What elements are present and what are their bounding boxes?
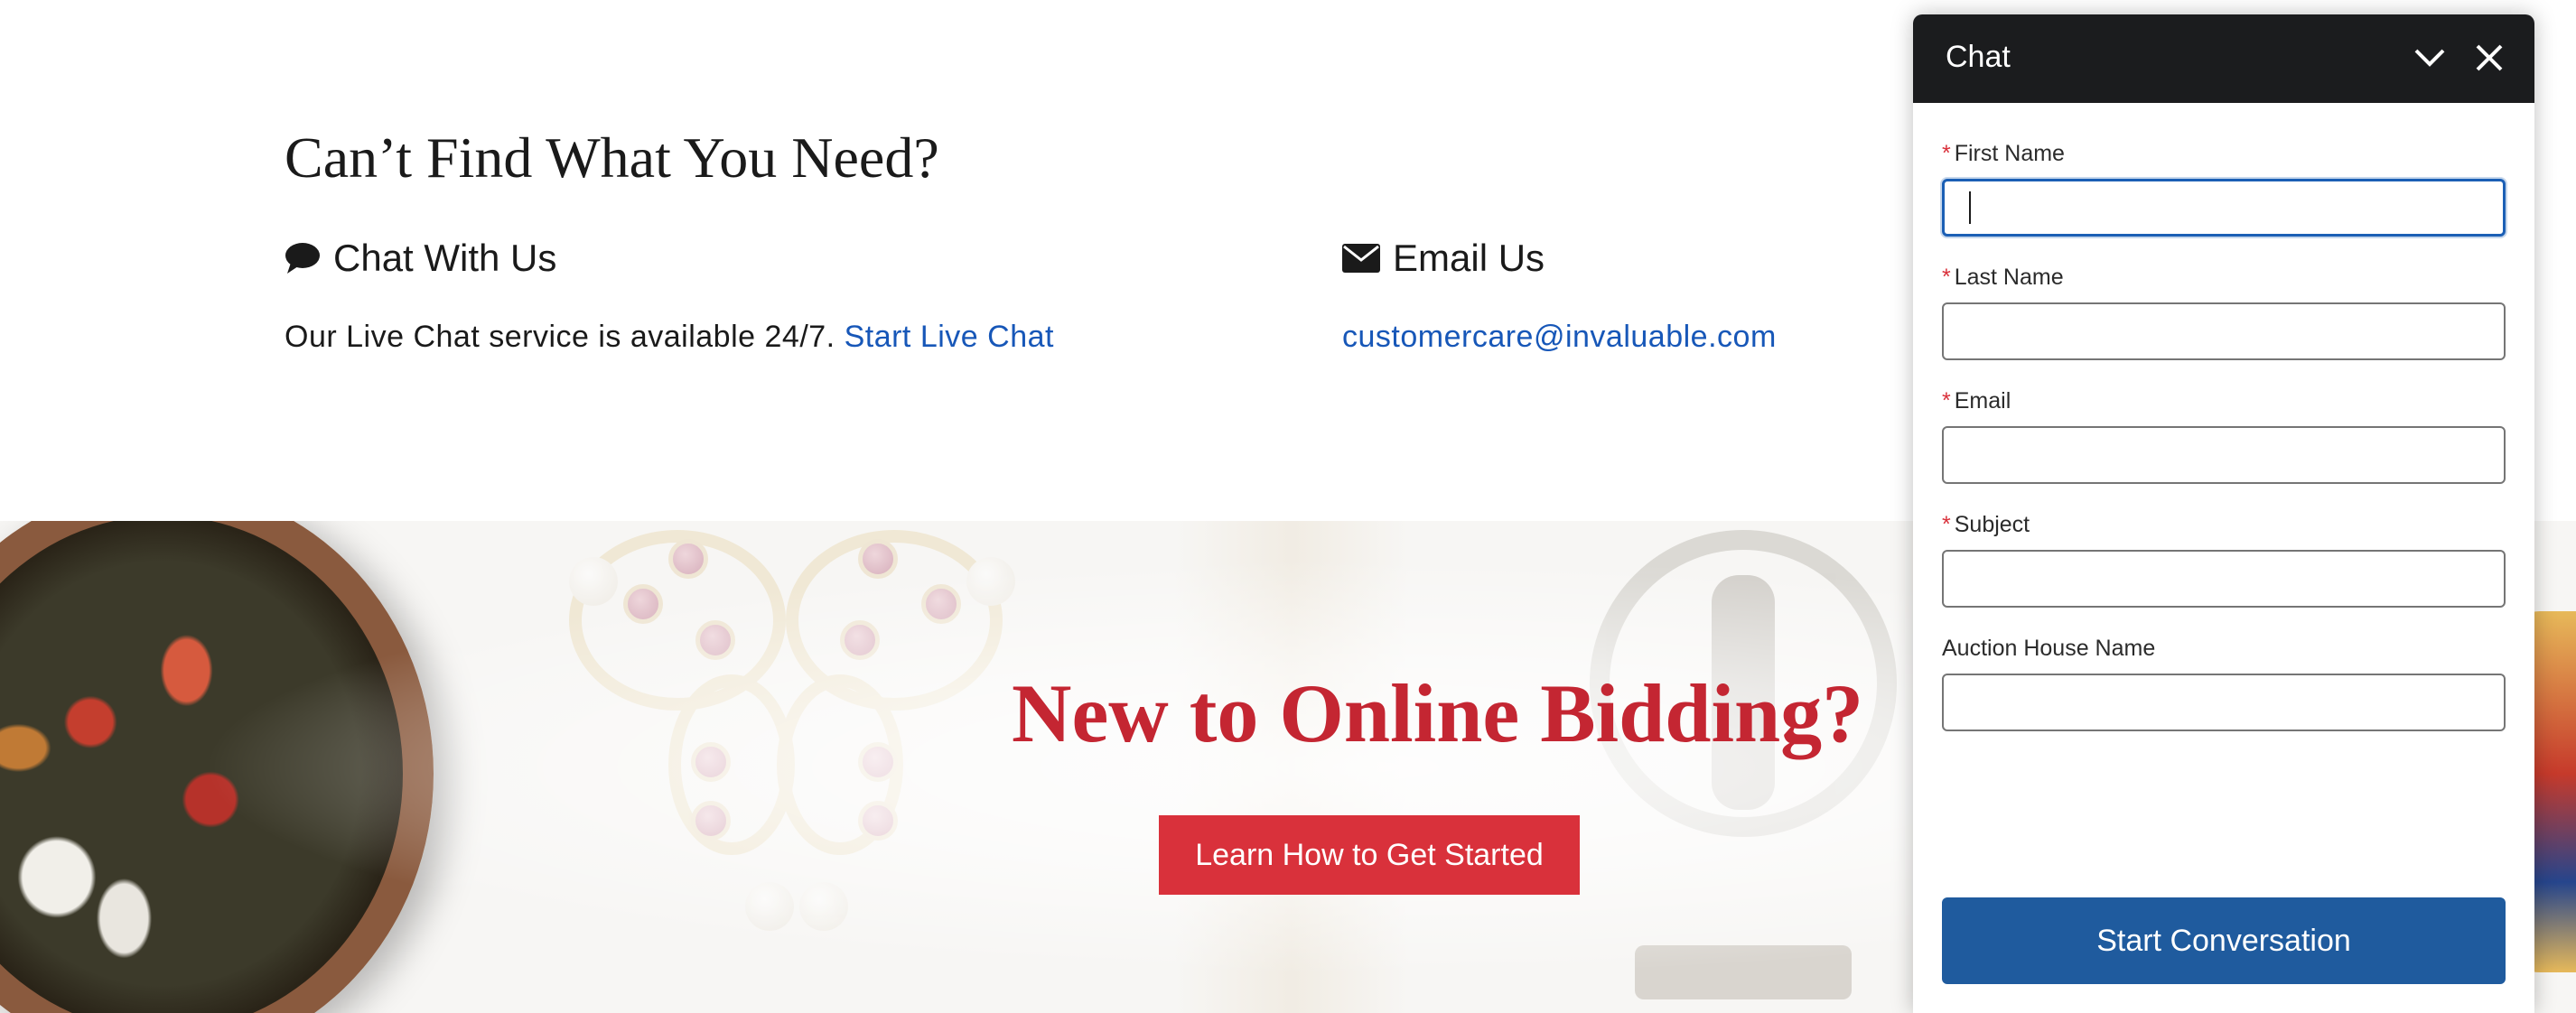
close-icon[interactable]	[2471, 40, 2507, 76]
last-name-label: * Last Name	[1942, 265, 2064, 290]
chat-widget: Chat * First Name * Last Name * Email * Subj…	[1913, 14, 2534, 1013]
learn-how-to-get-started-button[interactable]: Learn How to Get Started	[1159, 815, 1580, 895]
subject-field-group: * Subject	[1942, 512, 2507, 608]
banner-title: New to Online Bidding?	[1012, 667, 1864, 759]
help-title: Can’t Find What You Need?	[285, 125, 939, 190]
required-marker: *	[1942, 512, 1951, 537]
auction-house-input[interactable]	[1942, 674, 2506, 731]
chat-heading-label: Chat With Us	[333, 237, 557, 279]
chat-title: Chat	[1946, 40, 2011, 74]
chat-description: Our Live Chat service is available 24/7.…	[285, 320, 1054, 355]
text-cursor	[1969, 191, 1971, 224]
last-name-input[interactable]	[1942, 302, 2506, 360]
first-name-label: * First Name	[1942, 141, 2065, 166]
speech-bubble-icon	[285, 241, 321, 275]
auction-house-label: Auction House Name	[1942, 636, 2156, 661]
chevron-down-icon[interactable]	[2412, 40, 2448, 76]
chat-contact-column: Chat With Us Our Live Chat service is av…	[285, 235, 1054, 355]
start-live-chat-link[interactable]: Start Live Chat	[845, 320, 1054, 354]
email-label: * Email	[1942, 388, 2011, 414]
email-heading-label: Email Us	[1393, 237, 1545, 279]
required-marker: *	[1942, 388, 1951, 414]
email-input[interactable]	[1942, 426, 2506, 484]
customercare-email-link[interactable]: customercare@invaluable.com	[1342, 320, 1777, 354]
required-marker: *	[1942, 265, 1951, 290]
email-contact-column: Email Us customercare@invaluable.com	[1342, 235, 1777, 355]
last-name-field-group: * Last Name	[1942, 265, 2507, 360]
required-marker: *	[1942, 141, 1951, 166]
envelope-icon	[1342, 244, 1380, 273]
email-description: customercare@invaluable.com	[1342, 320, 1777, 355]
first-name-field-group: * First Name	[1942, 141, 2507, 237]
subject-input[interactable]	[1942, 550, 2506, 608]
auction-house-field-group: Auction House Name	[1942, 636, 2507, 731]
chat-availability-text: Our Live Chat service is available 24/7.	[285, 320, 835, 354]
subject-label: * Subject	[1942, 512, 2030, 537]
start-conversation-button[interactable]: Start Conversation	[1942, 897, 2506, 984]
email-heading: Email Us	[1342, 235, 1777, 282]
email-field-group: * Email	[1942, 388, 2507, 484]
chat-header: Chat	[1913, 14, 2534, 103]
first-name-input[interactable]	[1942, 179, 2506, 237]
chat-heading: Chat With Us	[285, 235, 1054, 282]
